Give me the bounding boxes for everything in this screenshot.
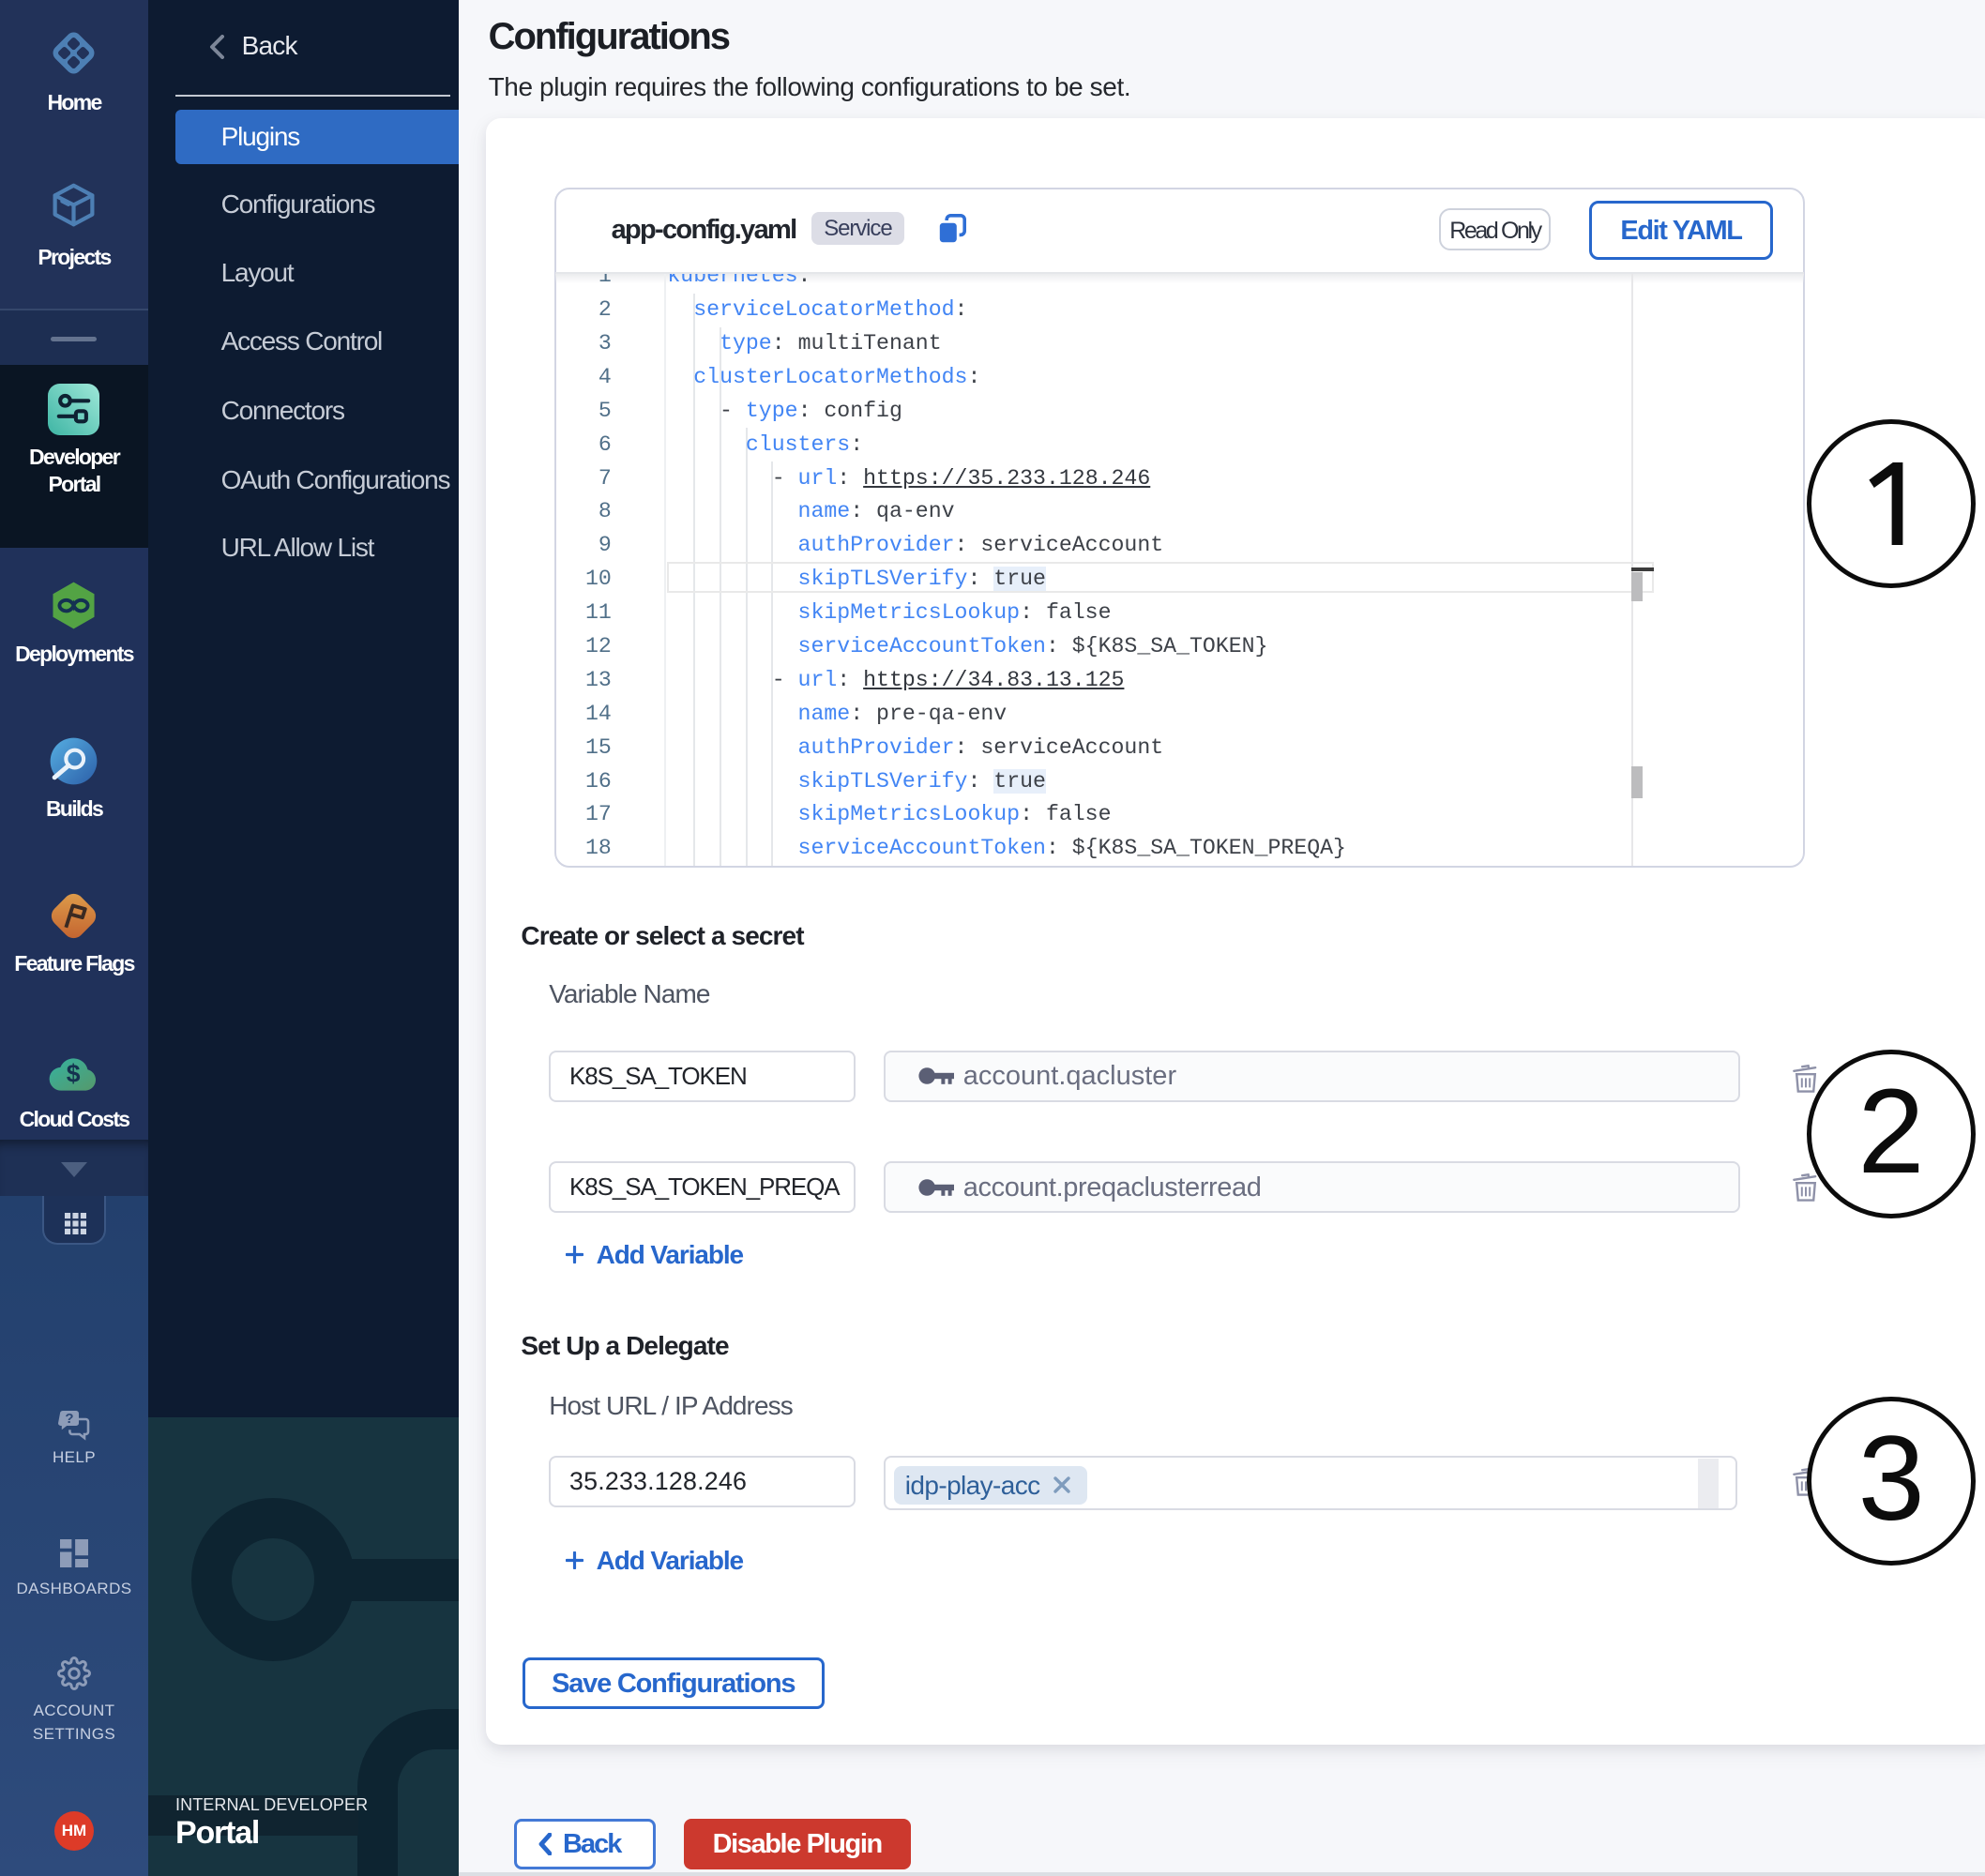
svg-text:$: $ — [67, 1059, 81, 1087]
svg-text:?: ? — [65, 1411, 73, 1427]
